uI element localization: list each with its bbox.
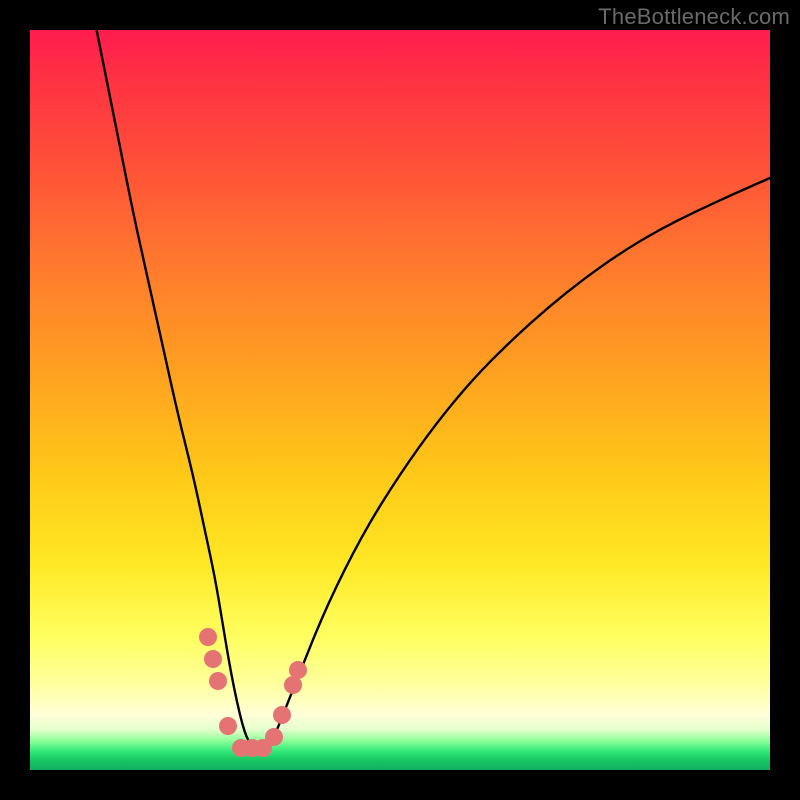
plot-area xyxy=(30,30,770,770)
data-marker xyxy=(284,676,302,694)
data-marker xyxy=(265,728,283,746)
data-marker xyxy=(219,717,237,735)
data-marker xyxy=(289,661,307,679)
data-marker xyxy=(204,650,222,668)
data-marker xyxy=(273,706,291,724)
data-marker xyxy=(254,739,272,757)
chart-outer: TheBottleneck.com xyxy=(0,0,800,800)
data-marker xyxy=(243,739,261,757)
bottleneck-curve xyxy=(30,30,770,770)
data-marker xyxy=(232,739,250,757)
data-marker xyxy=(199,628,217,646)
watermark-text: TheBottleneck.com xyxy=(598,4,790,30)
data-marker xyxy=(209,672,227,690)
